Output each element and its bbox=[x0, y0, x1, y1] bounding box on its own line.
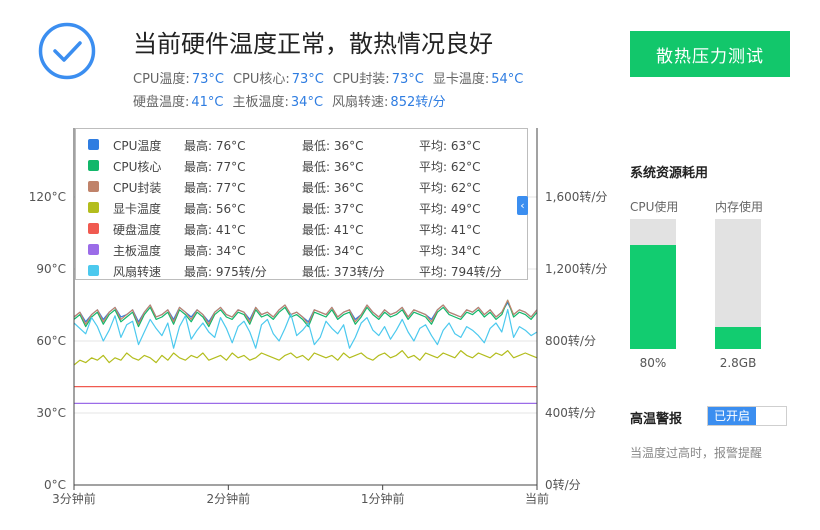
legend-swatch bbox=[88, 139, 99, 150]
legend-swatch bbox=[88, 223, 99, 234]
legend-series-name: CPU核心 bbox=[113, 160, 162, 174]
legend-swatch bbox=[88, 244, 99, 255]
stat-value: 34°C bbox=[290, 95, 324, 110]
legend-avg-value: 平均: 49°C bbox=[419, 202, 481, 216]
stat-value: 41°C bbox=[191, 95, 224, 110]
alert-toggle-on-label: 已开启 bbox=[708, 407, 756, 425]
stat-value: 73°C bbox=[291, 72, 324, 87]
y-right-tick-label: 1,200转/分 bbox=[545, 261, 607, 276]
legend-row[interactable]: 显卡温度 最高: 56°C 最低: 37°C 平均: 49°C bbox=[76, 198, 527, 219]
legend-row[interactable]: 主板温度 最高: 34°C 最低: 34°C 平均: 34°C bbox=[76, 240, 527, 261]
stat-label: CPU核心: bbox=[232, 72, 290, 87]
y-left-tick-label: 120°C bbox=[29, 190, 66, 204]
legend-series-name: 硬盘温度 bbox=[113, 223, 162, 237]
cpu-usage-label: CPU使用 bbox=[630, 200, 679, 214]
memory-usage-label: 内存使用 bbox=[715, 200, 764, 214]
x-tick-label: 2分钟前 bbox=[207, 491, 251, 506]
legend-avg-value: 平均: 41°C bbox=[419, 223, 481, 237]
temperature-stats-row-1: CPU温度: 73°C CPU核心: 73°C CPU封装: 73°C 显卡温度: 54°C bbox=[133, 68, 532, 87]
legend-min-value: 最低: 36°C bbox=[302, 181, 364, 195]
legend-swatch bbox=[88, 160, 99, 171]
legend-avg-value: 平均: 62°C bbox=[419, 160, 481, 174]
y-left-tick-label: 60°C bbox=[36, 334, 66, 348]
temperature-stats-row-2: 硬盘温度: 41°C 主板温度: 34°C 风扇转速: 852转/分 bbox=[133, 91, 455, 110]
legend-min-value: 最低: 36°C bbox=[302, 160, 364, 174]
stat-label: CPU封装: bbox=[332, 72, 390, 87]
memory-usage-bar bbox=[715, 219, 761, 349]
x-tick-label: 3分钟前 bbox=[52, 491, 96, 506]
legend-swatch bbox=[88, 181, 99, 192]
legend-series-name: 显卡温度 bbox=[113, 202, 162, 216]
cpu-usage-value: 80% bbox=[639, 356, 667, 370]
cpu-usage-bar bbox=[630, 219, 676, 349]
y-right-tick-label: 0转/分 bbox=[545, 477, 581, 492]
high-temp-alert-toggle[interactable]: 已开启 bbox=[707, 406, 787, 426]
stat-label: 主板温度: bbox=[232, 95, 289, 110]
legend-max-value: 最高: 77°C bbox=[184, 181, 246, 195]
legend-row[interactable]: CPU核心 最高: 77°C 最低: 36°C 平均: 62°C bbox=[76, 156, 527, 177]
legend-series-name: CPU温度 bbox=[113, 139, 162, 153]
legend-max-value: 最高: 41°C bbox=[184, 223, 246, 237]
legend-row[interactable]: CPU封装 最高: 77°C 最低: 36°C 平均: 62°C bbox=[76, 177, 527, 198]
legend-swatch bbox=[88, 265, 99, 276]
y-right-tick-label: 800转/分 bbox=[545, 333, 596, 348]
chart-legend-panel: CPU温度 最高: 76°C 最低: 36°C 平均: 63°C CPU核心 最高: 77… bbox=[75, 128, 528, 280]
legend-min-value: 最低: 36°C bbox=[302, 139, 364, 153]
legend-collapse-button[interactable]: ‹ bbox=[517, 196, 528, 215]
legend-series-name: CPU封装 bbox=[113, 181, 162, 195]
resource-usage-title: 系统资源耗用 bbox=[630, 166, 709, 181]
memory-usage-value: 2.8GB bbox=[719, 356, 757, 370]
series-line-3 bbox=[73, 350, 538, 366]
legend-max-value: 最高: 56°C bbox=[184, 202, 246, 216]
y-left-tick-label: 0°C bbox=[44, 478, 66, 492]
status-ok-check-icon bbox=[38, 22, 96, 80]
legend-swatch bbox=[88, 202, 99, 213]
high-temp-alert-title: 高温警报 bbox=[630, 412, 683, 427]
stress-test-button[interactable]: 散热压力测试 bbox=[630, 31, 790, 77]
legend-row[interactable]: 风扇转速 最高: 975转/分 最低: 373转/分 平均: 794转/分 bbox=[76, 261, 527, 282]
stat-value: 73°C bbox=[391, 72, 424, 87]
legend-row[interactable]: CPU温度 最高: 76°C 最低: 36°C 平均: 63°C bbox=[76, 135, 527, 156]
legend-min-value: 最低: 373转/分 bbox=[302, 265, 385, 279]
legend-avg-value: 平均: 63°C bbox=[419, 139, 481, 153]
legend-series-name: 主板温度 bbox=[113, 244, 162, 258]
x-tick-label: 当前 bbox=[525, 491, 549, 506]
legend-max-value: 最高: 34°C bbox=[184, 244, 246, 258]
legend-avg-value: 平均: 34°C bbox=[419, 244, 481, 258]
legend-min-value: 最低: 34°C bbox=[302, 244, 364, 258]
stat-label: 风扇转速: bbox=[332, 95, 389, 110]
memory-usage-bar-fill bbox=[715, 326, 761, 349]
stat-label: CPU温度: bbox=[133, 72, 190, 87]
x-tick-label: 1分钟前 bbox=[361, 491, 405, 506]
y-left-tick-label: 30°C bbox=[36, 406, 66, 420]
stat-value: 54°C bbox=[491, 72, 524, 87]
y-right-tick-label: 400转/分 bbox=[545, 405, 596, 420]
legend-max-value: 最高: 975转/分 bbox=[184, 265, 267, 279]
stat-value: 852转/分 bbox=[390, 95, 446, 110]
y-left-tick-label: 90°C bbox=[36, 262, 66, 276]
stat-value: 73°C bbox=[191, 72, 224, 87]
legend-avg-value: 平均: 794转/分 bbox=[419, 265, 502, 279]
legend-avg-value: 平均: 62°C bbox=[419, 181, 481, 195]
legend-max-value: 最高: 77°C bbox=[184, 160, 246, 174]
y-right-tick-label: 1,600转/分 bbox=[545, 189, 607, 204]
cpu-usage-bar-fill bbox=[630, 245, 676, 349]
legend-min-value: 最低: 41°C bbox=[302, 223, 364, 237]
stat-label: 显卡温度: bbox=[432, 72, 490, 87]
legend-series-name: 风扇转速 bbox=[113, 265, 162, 279]
stat-label: 硬盘温度: bbox=[133, 95, 190, 110]
legend-min-value: 最低: 37°C bbox=[302, 202, 364, 216]
legend-max-value: 最高: 76°C bbox=[184, 139, 246, 153]
legend-row[interactable]: 硬盘温度 最高: 41°C 最低: 41°C 平均: 41°C bbox=[76, 219, 527, 240]
chart-series-lines bbox=[73, 299, 538, 404]
status-headline: 当前硬件温度正常，散热情况良好 bbox=[133, 30, 493, 58]
high-temp-alert-description: 当温度过高时，报警提醒 bbox=[630, 446, 763, 460]
